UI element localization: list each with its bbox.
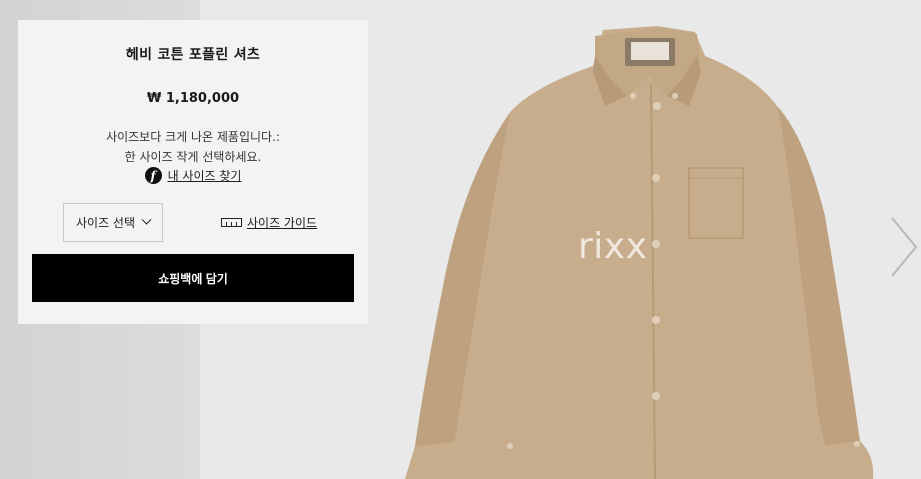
- product-title: 헤비 코튼 포플린 셔츠: [125, 47, 261, 63]
- watermark-text: rixx: [578, 226, 648, 267]
- size-guide-label[interactable]: 사이즈 가이드: [247, 214, 317, 231]
- chevron-right-icon[interactable]: [888, 214, 920, 280]
- size-select-label: 사이즈 선택: [75, 216, 135, 230]
- size-select-dropdown[interactable]: 사이즈 선택: [63, 203, 163, 242]
- fit-advice-line-2: 한 사이즈 작게 선택하세요.: [124, 150, 262, 164]
- fit-advice-line-1: 사이즈보다 크게 나온 제품입니다.:: [106, 130, 280, 144]
- product-price: ₩ 1,180,000: [146, 91, 240, 106]
- find-my-size-label[interactable]: 내 사이즈 찾기: [168, 167, 242, 184]
- find-my-size-link[interactable]: f 내 사이즈 찾기: [18, 167, 368, 184]
- chevron-down-icon: [141, 214, 152, 225]
- fit-advice: 사이즈보다 크게 나온 제품입니다.: 한 사이즈 작게 선택하세요.: [18, 127, 368, 167]
- product-info-panel: 헤비 코튼 포플린 셔츠 ₩ 1,180,000 사이즈보다 크게 나온 제품입…: [18, 20, 368, 324]
- ruler-icon: [221, 217, 242, 227]
- add-to-bag-button[interactable]: 쇼핑백에 담기: [32, 254, 354, 302]
- shirt-image: [405, 26, 874, 479]
- f-logo-icon: f: [144, 167, 162, 184]
- size-guide-link[interactable]: 사이즈 가이드: [221, 213, 317, 231]
